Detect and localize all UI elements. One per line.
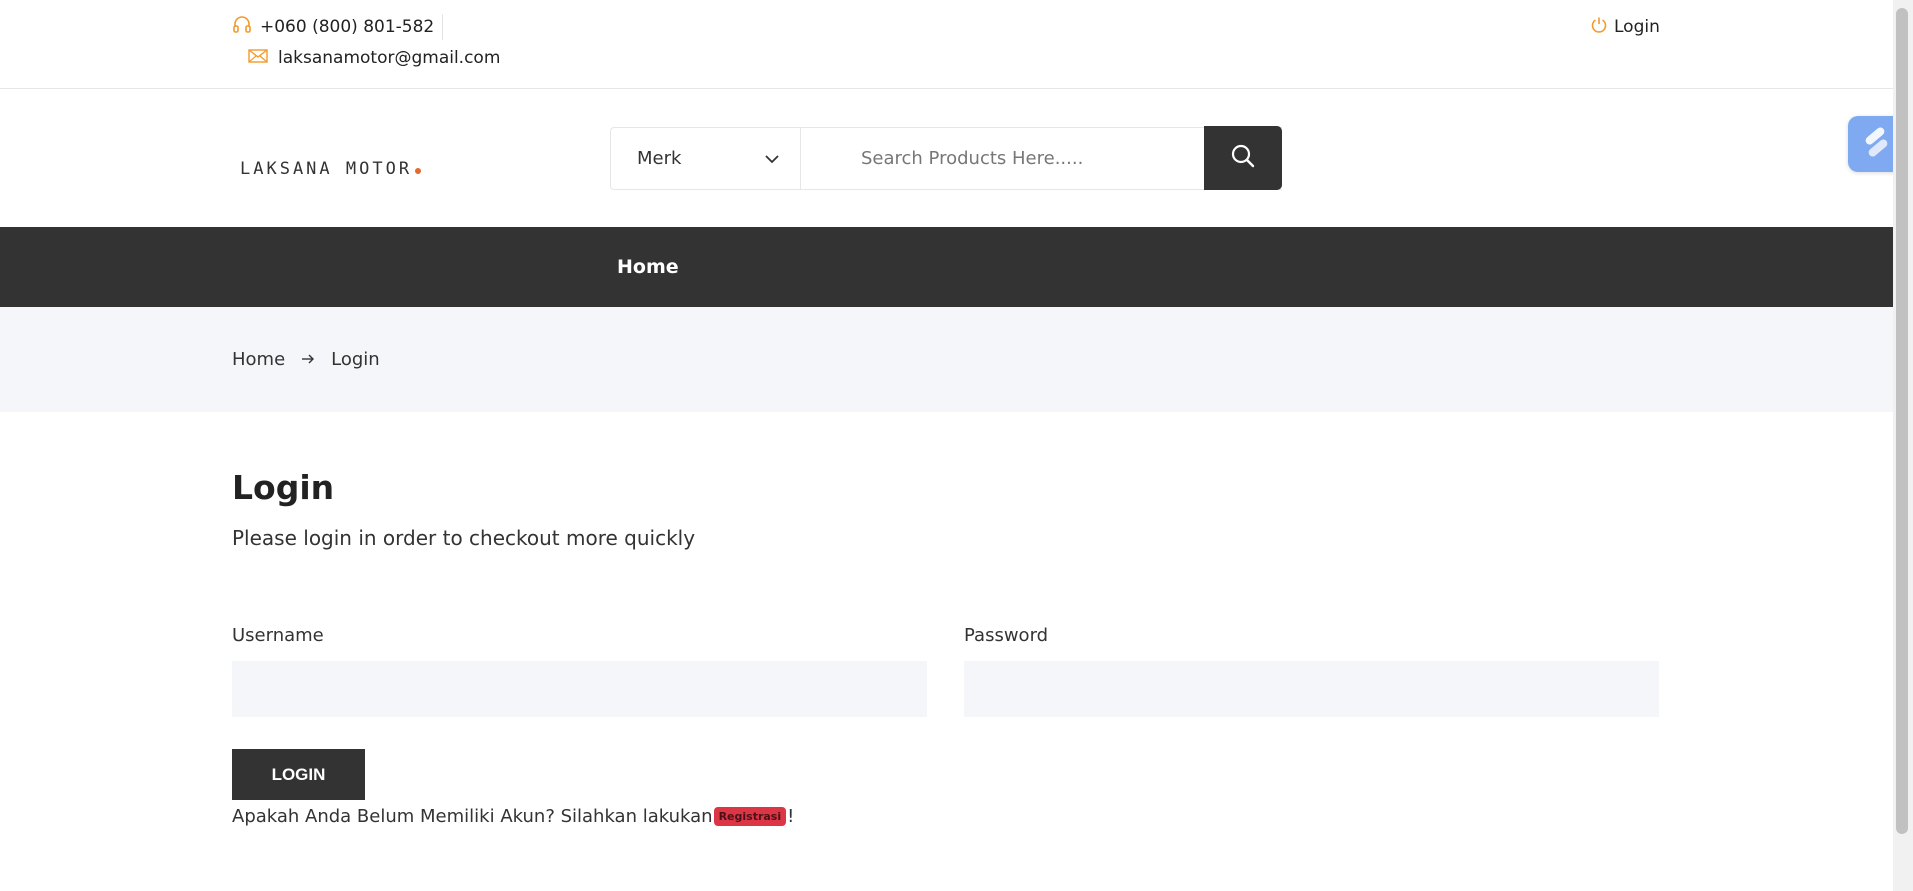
extension-widget-icon: [1858, 124, 1894, 164]
register-prompt-text: Apakah Anda Belum Memiliki Akun? Silahka…: [232, 805, 713, 827]
nav-item-home[interactable]: Home: [617, 227, 679, 307]
breadcrumb-current: Login: [331, 349, 380, 370]
login-button[interactable]: LOGIN: [232, 749, 365, 800]
envelope-icon: [248, 48, 268, 69]
arrow-right-icon: [301, 349, 315, 370]
email-contact: laksanamotor@gmail.com: [248, 45, 500, 71]
merk-label: Merk: [637, 148, 682, 169]
phone-number: +060 (800) 801-582: [260, 17, 435, 37]
search-button[interactable]: [1204, 126, 1282, 190]
logo-dot: [415, 168, 422, 174]
scrollbar-thumb[interactable]: [1896, 8, 1908, 834]
email-address: laksanamotor@gmail.com: [278, 48, 501, 68]
breadcrumb-section: Home Login: [0, 307, 1893, 412]
page-subtitle: Please login in order to checkout more q…: [232, 526, 696, 550]
top-login-label: Login: [1614, 17, 1660, 37]
username-field[interactable]: [232, 661, 927, 717]
phone-contact: +060 (800) 801-582: [232, 14, 434, 40]
search-icon: [1230, 143, 1256, 173]
breadcrumb: Home Login: [232, 307, 380, 412]
divider: [442, 14, 443, 40]
register-prompt-suffix: !: [787, 805, 795, 827]
page-title: Login: [232, 468, 335, 507]
register-link[interactable]: Registrasi: [713, 806, 787, 826]
password-label: Password: [964, 625, 1049, 646]
top-bar: +060 (800) 801-582 laksanamotor@gmail.co…: [0, 0, 1893, 89]
main-nav: Home: [0, 227, 1893, 307]
register-prompt: Apakah Anda Belum Memiliki Akun? Silahka…: [232, 803, 794, 829]
power-icon: [1590, 16, 1608, 39]
breadcrumb-home-link[interactable]: Home: [232, 349, 285, 370]
logo[interactable]: LAKSANA MOTOR: [240, 159, 422, 179]
search-bar: Merk: [610, 127, 1282, 190]
headset-icon: [232, 15, 252, 40]
chevron-down-icon: [764, 148, 780, 169]
username-label: Username: [232, 625, 324, 646]
top-login-link[interactable]: Login: [1590, 14, 1660, 40]
merk-dropdown[interactable]: Merk: [611, 128, 801, 189]
password-field[interactable]: [964, 661, 1659, 717]
page: +060 (800) 801-582 laksanamotor@gmail.co…: [0, 0, 1913, 891]
logo-text: LAKSANA MOTOR: [240, 159, 413, 179]
